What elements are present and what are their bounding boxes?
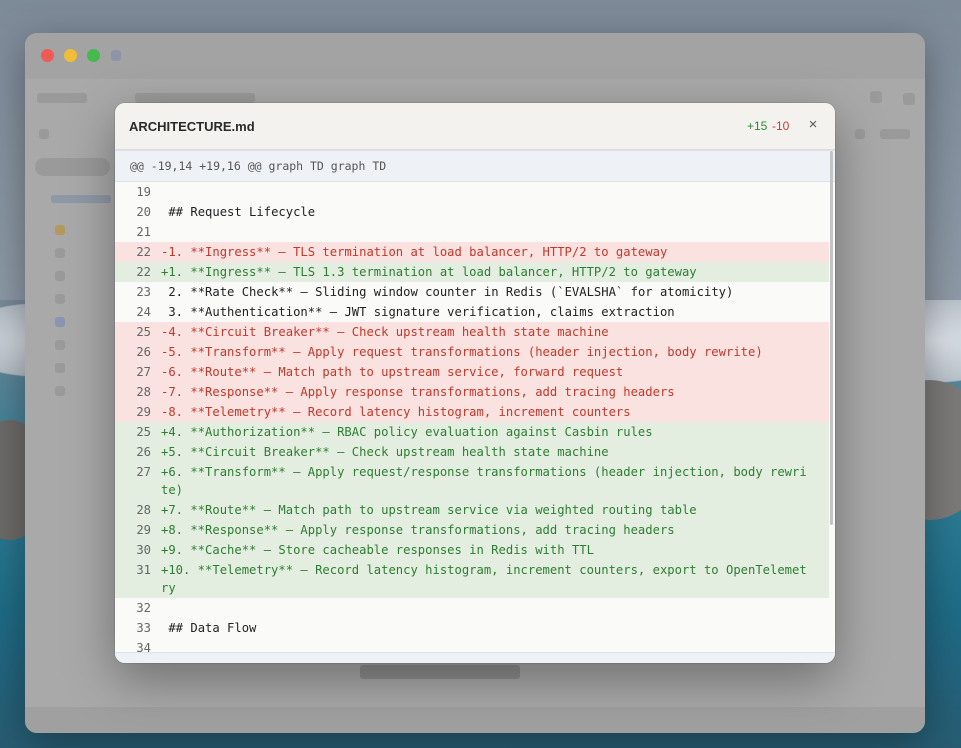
file-icon xyxy=(55,386,65,396)
diff-line-added: 30 +9. **Cache** — Store cacheable respon… xyxy=(115,540,829,560)
line-content: +8. **Response** — Apply response transf… xyxy=(161,523,675,537)
line-content: -5. **Transform** — Apply request transf… xyxy=(161,345,763,359)
diff-line-removed: 27 -6. **Route** — Match path to upstream… xyxy=(115,362,829,382)
diff-filename: ARCHITECTURE.md xyxy=(129,119,255,134)
line-number: 30 xyxy=(136,543,151,557)
line-content: -7. **Response** — Apply response transf… xyxy=(161,385,675,399)
folder-icon xyxy=(55,225,65,235)
line-content: ## Data Flow xyxy=(161,621,257,635)
sidebar-toggle-icon[interactable] xyxy=(111,50,121,61)
background-icon xyxy=(39,129,49,139)
file-icon xyxy=(55,294,65,304)
line-number: 29 xyxy=(136,405,151,419)
window-titlebar xyxy=(25,33,925,79)
diff-modal-header: ARCHITECTURE.md +15 -10 × xyxy=(115,103,835,150)
background-tab xyxy=(37,93,87,103)
background-icon xyxy=(870,91,882,103)
line-number: 25 xyxy=(136,425,151,439)
background-search xyxy=(35,158,110,176)
diff-line-context: 21 xyxy=(115,222,829,242)
line-number: 24 xyxy=(136,305,151,319)
diff-line-removed: 22 -1. **Ingress** — TLS termination at l… xyxy=(115,242,829,262)
line-number: 21 xyxy=(136,225,151,239)
line-number: 26 xyxy=(136,445,151,459)
diff-line-context: 23 2. **Rate Check** — Sliding window co… xyxy=(115,282,829,302)
diff-line-context: 20 ## Request Lifecycle xyxy=(115,202,829,222)
diff-modal: ARCHITECTURE.md +15 -10 × @@ -19,14 +19,… xyxy=(115,103,835,663)
line-content: 2. **Rate Check** — Sliding window count… xyxy=(161,285,734,299)
line-content: +6. **Transform** — Apply request/respon… xyxy=(161,465,807,497)
diff-scrollbar[interactable] xyxy=(830,151,833,525)
line-number: 20 xyxy=(136,205,151,219)
window-minimize-button[interactable] xyxy=(64,49,77,62)
line-number: 29 xyxy=(136,523,151,537)
background-sidebar-item xyxy=(51,195,111,203)
next-hunk-header xyxy=(115,652,835,663)
file-icon xyxy=(55,248,65,258)
line-content xyxy=(161,223,829,241)
diff-line-added: 25 +4. **Authorization** — RBAC policy ev… xyxy=(115,422,829,442)
window-statusbar xyxy=(25,707,925,733)
background-icon xyxy=(903,93,915,105)
diff-line-added: 26 +5. **Circuit Breaker** — Check upstre… xyxy=(115,442,829,462)
hunk-header: @@ -19,14 +19,16 @@ graph TD graph TD xyxy=(115,150,835,182)
file-icon xyxy=(55,271,65,281)
line-number: 27 xyxy=(136,465,151,479)
diff-line-added: 27 +6. **Transform** — Apply request/resp… xyxy=(115,462,829,500)
diff-line-context: 32 xyxy=(115,598,829,618)
diff-line-context: 24 3. **Authentication** — JWT signature… xyxy=(115,302,829,322)
line-content: -8. **Telemetry** — Record latency histo… xyxy=(161,405,631,419)
line-content: +9. **Cache** — Store cacheable response… xyxy=(161,543,594,557)
line-content xyxy=(161,599,829,617)
diff-line-context: 33 ## Data Flow xyxy=(115,618,829,638)
diff-line-removed: 29 -8. **Telemetry** — Record latency his… xyxy=(115,402,829,422)
line-number: 22 xyxy=(136,245,151,259)
close-icon[interactable]: × xyxy=(803,115,823,135)
line-number: 31 xyxy=(136,563,151,577)
background-heading xyxy=(360,665,520,679)
background-icon xyxy=(855,129,865,139)
additions-count: +15 xyxy=(747,119,768,133)
line-number: 22 xyxy=(136,265,151,279)
line-content: 3. **Authentication** — JWT signature ve… xyxy=(161,305,675,319)
diff-line-added: 22 +1. **Ingress** — TLS 1.3 termination … xyxy=(115,262,829,282)
diff-line-removed: 28 -7. **Response** — Apply response tran… xyxy=(115,382,829,402)
line-content: +10. **Telemetry** — Record latency hist… xyxy=(161,563,807,595)
diff-line-context: 19 xyxy=(115,182,829,202)
window-close-button[interactable] xyxy=(41,49,54,62)
diff-line-added: 29 +8. **Response** — Apply response tran… xyxy=(115,520,829,540)
line-number: 26 xyxy=(136,345,151,359)
diff-line-added: 31 +10. **Telemetry** — Record latency hi… xyxy=(115,560,829,598)
file-icon xyxy=(55,363,65,373)
file-icon xyxy=(55,317,65,327)
line-number: 25 xyxy=(136,325,151,339)
line-content: +1. **Ingress** — TLS 1.3 termination at… xyxy=(161,265,697,279)
line-number: 33 xyxy=(136,621,151,635)
deletions-count: -10 xyxy=(772,119,790,133)
line-number: 27 xyxy=(136,365,151,379)
line-content: +7. **Route** — Match path to upstream s… xyxy=(161,503,697,517)
line-content: -4. **Circuit Breaker** — Check upstream… xyxy=(161,325,609,339)
line-content: +4. **Authorization** — RBAC policy eval… xyxy=(161,425,653,439)
window-maximize-button[interactable] xyxy=(87,49,100,62)
line-number: 19 xyxy=(136,185,151,199)
background-button xyxy=(880,129,910,139)
line-content xyxy=(161,183,829,201)
file-icon xyxy=(55,340,65,350)
diff-line-removed: 25 -4. **Circuit Breaker** — Check upstre… xyxy=(115,322,829,342)
diff-line-removed: 26 -5. **Transform** — Apply request tran… xyxy=(115,342,829,362)
line-content: +5. **Circuit Breaker** — Check upstream… xyxy=(161,445,609,459)
background-tab xyxy=(135,93,255,103)
diff-lines: 19 20 ## Request Lifecycle 21 22 -1. **Ingre… xyxy=(115,182,835,658)
line-number: 28 xyxy=(136,503,151,517)
line-content: -1. **Ingress** — TLS termination at loa… xyxy=(161,245,668,259)
diff-line-added: 28 +7. **Route** — Match path to upstream… xyxy=(115,500,829,520)
line-content: ## Request Lifecycle xyxy=(161,205,316,219)
line-content: -6. **Route** — Match path to upstream s… xyxy=(161,365,624,379)
line-number: 28 xyxy=(136,385,151,399)
line-number: 23 xyxy=(136,285,151,299)
line-number: 32 xyxy=(136,601,151,615)
